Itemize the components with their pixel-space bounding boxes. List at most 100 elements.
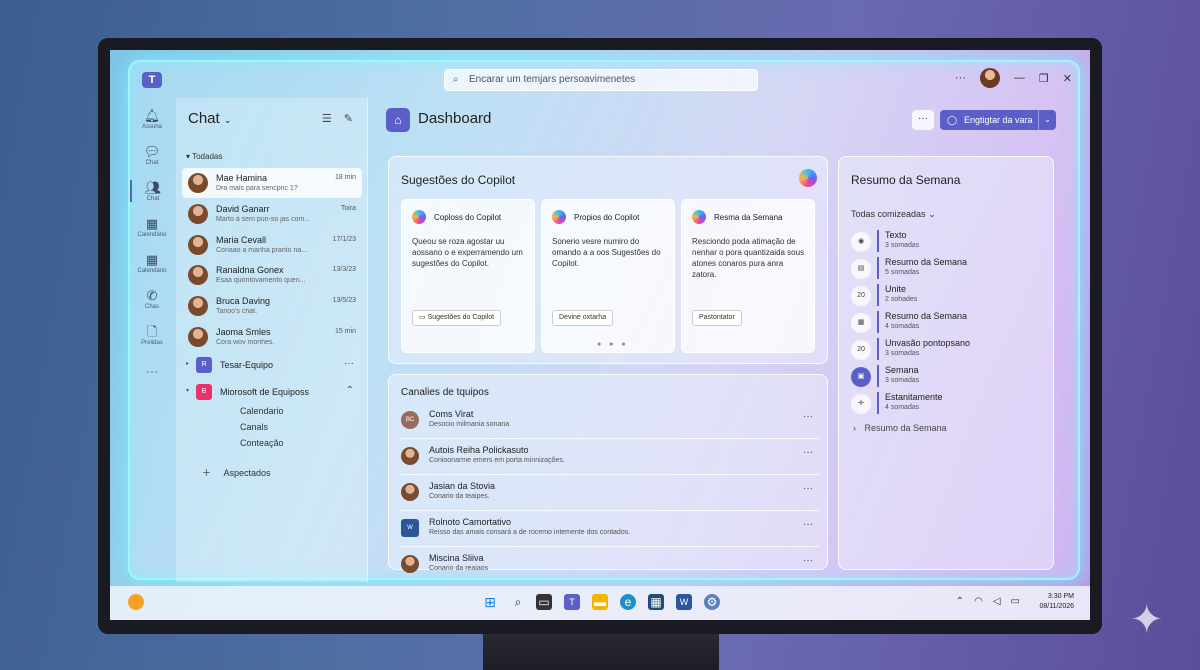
more-options-icon[interactable]: ··· (344, 358, 354, 369)
chat-list-item[interactable]: Maria Cevall Conaao a manha pranto na...… (182, 230, 362, 260)
sparkle-icon: ✦ (1130, 598, 1164, 642)
edge-icon[interactable]: e (620, 594, 636, 610)
avatar (401, 483, 419, 501)
avatar (188, 265, 208, 285)
filter-icon[interactable]: ☰ (322, 112, 332, 125)
channel-link-calendar[interactable]: Calendario (240, 406, 284, 416)
add-item-button[interactable]: ＋ Aspectados (202, 466, 271, 479)
phone-icon: ✆ (146, 288, 158, 303)
wifi-icon[interactable]: ◠ (974, 596, 983, 607)
rail-item-calendar[interactable]: ▦ Calendário (130, 216, 174, 238)
rail-item-files[interactable]: 🗋 Prelidas (130, 324, 174, 346)
summary-footer-link[interactable]: › Resumo da Semana (853, 423, 947, 433)
channel-item[interactable]: W Rolnoto Camortativo Reisso das amais c… (399, 513, 819, 547)
chat-list-item[interactable]: Mae Hamina Dra mals para sencpnc 1? 18 m… (182, 168, 362, 198)
windows-start-icon[interactable]: ⊞ (482, 594, 498, 610)
settings-icon[interactable]: ⚙ (704, 594, 720, 610)
more-options-button[interactable]: ··· (912, 110, 934, 130)
weather-icon[interactable] (128, 594, 144, 610)
more-options-icon[interactable]: ··· (955, 72, 966, 84)
app-rail: 🔔︎ Assuna 💬︎ Chat 👥︎ Chat ▦ Calendário ▦… (130, 98, 174, 582)
search-icon[interactable]: ⌕ (510, 594, 526, 610)
chevron-up-icon[interactable]: ⌃ (346, 385, 354, 396)
summary-item[interactable]: ◉ Texto 3 somadas (849, 229, 1039, 255)
suggestion-card[interactable]: Resma da Semana Resciondo poda atimação … (681, 199, 815, 353)
avatar (401, 447, 419, 465)
summary-item[interactable]: ▦ Resumo da Semana 4 somadas (849, 310, 1039, 336)
summary-item[interactable]: 20 Unite 2 sohades (849, 283, 1039, 309)
carousel-pager[interactable]: ● ● ● (597, 341, 629, 348)
avatar (188, 327, 208, 347)
suggestion-card[interactable]: Coploss do Copilot Queou se roza agostar… (401, 199, 535, 353)
suggestion-button[interactable]: ▭ Sugestões do Copilot (412, 310, 502, 326)
chat-list-item[interactable]: Ranaldna Gonex Esaa quontovamento quen..… (182, 260, 362, 290)
channel-item[interactable]: Autois Reiha Polickasuto Conioonarme eme… (399, 441, 819, 475)
rail-item-activity[interactable]: 🔔︎ Assuna (130, 108, 174, 130)
search-input[interactable]: ⌕ Encarar um temjars persoavimenetes (444, 69, 758, 91)
store-icon[interactable]: ▦ (648, 594, 664, 610)
summary-item[interactable]: ▣ Semana 3 somadas (849, 364, 1039, 390)
rail-item-calendar-2[interactable]: ▦ Calendário (130, 252, 174, 274)
monitor-stand (483, 632, 719, 670)
meet-button[interactable]: ◯ Engtigtar da vara ⌄ (940, 110, 1056, 130)
more-options-icon[interactable]: ··· (803, 519, 813, 530)
channel-item[interactable]: BC Coms Virat Desocio milmania sonana ··… (399, 405, 819, 439)
taskbar: ⊞ ⌕ ▭ T ▬ e ▦ W ⚙ ⌃ ◠ ◁ ▭ 3:30 PM 08/11/… (110, 586, 1090, 620)
more-options-icon[interactable]: ··· (803, 555, 813, 566)
chevron-down-icon: ▾ (186, 388, 190, 394)
avatar: BC (401, 411, 419, 429)
suggestion-button[interactable]: Devine oxtarha (552, 310, 614, 326)
section-header[interactable]: ▾ Todadas (186, 152, 222, 161)
word-icon[interactable]: W (676, 594, 692, 610)
chat-list-item[interactable]: David Ganarr Marto à sem pun-so jas com.… (182, 199, 362, 229)
calendar-icon: ▦ (145, 216, 159, 231)
team-item[interactable]: ▸ R Tesar-Equipo ··· (186, 356, 362, 376)
rail-item-calls[interactable]: ✆ Chas (130, 288, 174, 310)
more-options-icon[interactable]: ··· (803, 411, 813, 422)
chat-icon: ◯ (947, 115, 958, 125)
minimize-icon[interactable]: — (1014, 72, 1025, 84)
avatar (401, 555, 419, 573)
suggestion-button[interactable]: Pastontator (692, 310, 742, 326)
summary-filter-dropdown[interactable]: Todas comizeadas ⌄ (851, 209, 936, 220)
chevron-up-icon[interactable]: ⌃ (956, 596, 964, 607)
clock[interactable]: 3:30 PM 08/11/2026 (1039, 592, 1074, 612)
chevron-right-icon: › (853, 423, 856, 433)
summary-item[interactable]: ✛ Estanitamente 4 somadas (849, 391, 1039, 417)
teams-logo-icon: T (142, 72, 162, 88)
more-options-icon[interactable]: ··· (803, 447, 813, 458)
channel-item[interactable]: Jasian da Stovia Conario da teaipes. ··· (399, 477, 819, 511)
chat-list-item[interactable]: Jaoma Smles Cora wov monhes. 15 min (182, 322, 362, 352)
calendar-icon: ▦ (851, 313, 871, 333)
restore-icon[interactable]: ❐ (1039, 72, 1049, 85)
team-item[interactable]: ▾ B Miorosoft de Equiposs ⌃ (186, 383, 362, 403)
summary-item[interactable]: 20 Unvasão pontopsano 3 somadas (849, 337, 1039, 363)
battery-icon[interactable]: ▭ (1011, 596, 1020, 607)
suggestion-card[interactable]: Propios do Copilot Sonerio vesre numiro … (541, 199, 675, 353)
copilot-icon (799, 169, 817, 187)
chat-pane: Chat ⌄ ☰ ✎ ▾ Todadas Mae Hamina Dra mals… (176, 98, 368, 582)
channel-link-content[interactable]: Conteação (240, 438, 284, 448)
summary-item[interactable]: ▤ Resumo da Semana 5 somadas (849, 256, 1039, 282)
rail-item-teams[interactable]: 👥︎ Chat (130, 180, 174, 202)
eye-icon: ◉ (851, 232, 871, 252)
chat-list-item[interactable]: Bruca Daving Tanoo's chat. 13/5/23 (182, 291, 362, 321)
more-apps-icon[interactable]: ··· (130, 364, 174, 378)
task-view-icon[interactable]: ▭ (536, 594, 552, 610)
chevron-down-icon[interactable]: ⌄ (1038, 110, 1056, 130)
folder-icon[interactable]: ▬ (592, 594, 608, 610)
chat-header-actions: ☰ ✎ (322, 112, 353, 125)
rail-item-chat[interactable]: 💬︎ Chat (130, 144, 174, 166)
more-options-icon[interactable]: ··· (803, 483, 813, 494)
chat-title[interactable]: Chat ⌄ (188, 110, 231, 127)
new-chat-icon[interactable]: ✎ (344, 112, 353, 125)
close-icon[interactable]: ✕ (1063, 72, 1072, 85)
channel-item[interactable]: Miscina Sliiva Conario da reaiaos ··· (399, 549, 819, 573)
date-badge: 20 (851, 340, 871, 360)
volume-icon[interactable]: ◁ (993, 596, 1001, 607)
channel-link-channels[interactable]: Canals (240, 422, 268, 432)
copilot-suggestions-panel: Sugestões do Copilot Coploss do Copilot … (388, 156, 828, 364)
system-tray: ⌃ ◠ ◁ ▭ (956, 596, 1020, 607)
avatar[interactable] (979, 68, 1000, 88)
teams-icon[interactable]: T (564, 594, 580, 610)
